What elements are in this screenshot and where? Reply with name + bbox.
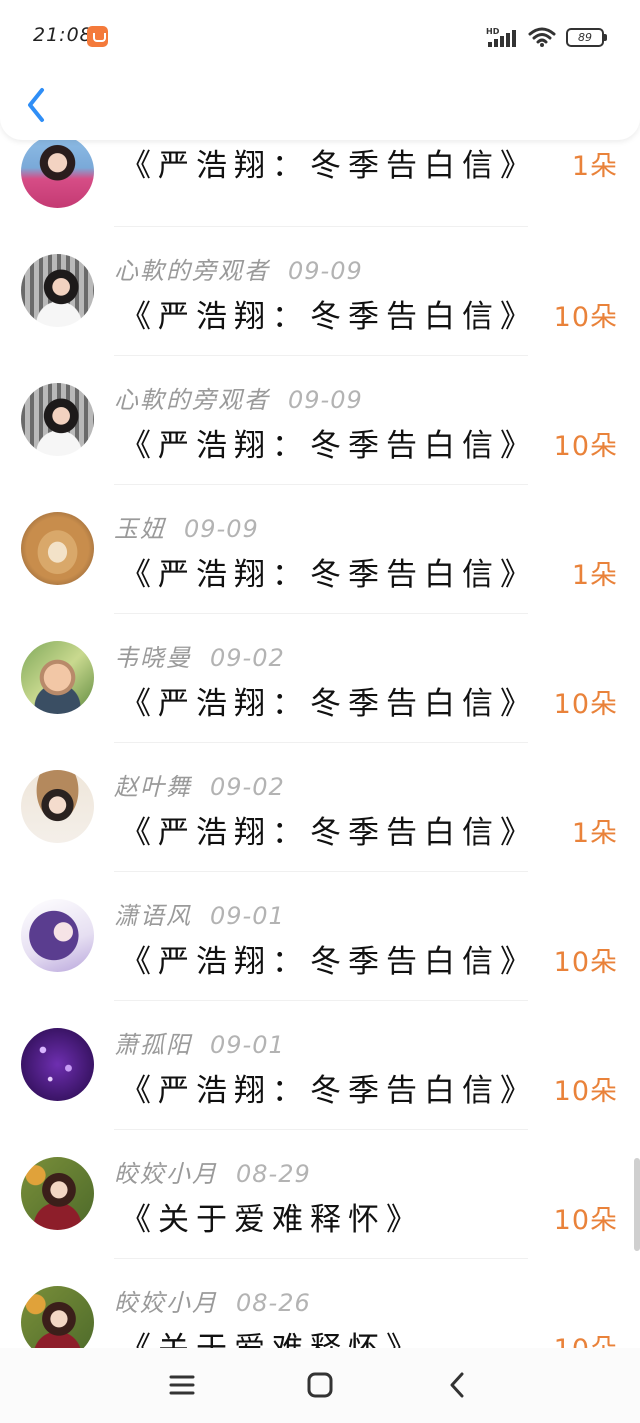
post-date: 09-09 — [184, 515, 259, 543]
user-meta: 皎姣小月 08-29 — [114, 1154, 311, 1189]
battery-icon: 89 — [566, 27, 607, 47]
avatar[interactable] — [21, 512, 94, 585]
avatar[interactable] — [21, 383, 94, 456]
post-date: 08-29 — [236, 1160, 311, 1188]
flower-count: 10朵 — [553, 302, 618, 333]
status-time: 21:08 — [33, 24, 93, 46]
flower-count: 10朵 — [553, 947, 618, 978]
flower-count: 10朵 — [553, 1205, 618, 1236]
list-item[interactable]: 皎姣小月 08-26 《关于爱难释怀》 10朵 — [0, 1265, 640, 1348]
post-date: 09-02 — [210, 773, 285, 801]
work-title[interactable]: 《严浩翔：冬季告白信》 — [120, 549, 538, 594]
flower-count: 1朵 — [571, 151, 618, 182]
user-name: 心軟的旁观者 — [114, 386, 270, 414]
avatar[interactable] — [21, 770, 94, 843]
user-meta: 韦晓曼 09-02 — [114, 638, 285, 673]
wifi-icon — [528, 27, 556, 47]
row-divider — [114, 226, 528, 227]
user-name: 韦晓曼 — [114, 644, 192, 672]
work-title[interactable]: 《关于爱难释怀》 — [120, 1323, 424, 1348]
user-name: 玉妞 — [114, 515, 166, 543]
top-bar: 21:08 HD 89 — [0, 0, 640, 140]
list-item[interactable]: 心軟的旁观者 09-09 《严浩翔：冬季告白信》 10朵 — [0, 362, 640, 491]
row-divider — [114, 1000, 528, 1001]
flower-count: 10朵 — [554, 1327, 618, 1348]
work-title[interactable]: 《严浩翔：冬季告白信》 — [120, 140, 538, 185]
row-divider — [114, 355, 528, 356]
row-divider — [114, 484, 528, 485]
user-name: 萧孤阳 — [114, 1031, 192, 1059]
user-meta: 玉妞 09-09 — [114, 509, 259, 544]
user-name: 潇语风 — [114, 902, 192, 930]
flower-count: 10朵 — [553, 431, 618, 462]
flower-count: 10朵 — [553, 689, 618, 720]
avatar[interactable] — [21, 641, 94, 714]
work-title[interactable]: 《严浩翔：冬季告白信》 — [120, 1065, 538, 1110]
user-name: 心軟的旁观者 — [114, 257, 270, 285]
status-icons: HD 89 — [486, 26, 607, 48]
avatar[interactable] — [21, 1157, 94, 1230]
avatar[interactable] — [21, 254, 94, 327]
list-item[interactable]: 萧孤阳 09-01 《严浩翔：冬季告白信》 10朵 — [0, 1007, 640, 1136]
list-item[interactable]: 心軟的旁观者 09-09 《严浩翔：冬季告白信》 10朵 — [0, 233, 640, 362]
row-divider — [114, 613, 528, 614]
list-item[interactable]: 韦晓曼 09-02 《严浩翔：冬季告白信》 10朵 — [0, 620, 640, 749]
gift-record-list[interactable]: 《严浩翔：冬季告白信》 1朵 心軟的旁观者 09-09 《严浩翔：冬季告白信》 1… — [0, 130, 640, 1348]
user-meta: 心軟的旁观者 09-09 — [114, 380, 363, 415]
user-name: 赵叶舞 — [114, 773, 192, 801]
scrollbar-thumb[interactable] — [634, 1158, 640, 1251]
user-meta: 萧孤阳 09-01 — [114, 1025, 285, 1060]
post-date: 09-01 — [210, 1031, 285, 1059]
post-date: 09-02 — [210, 644, 285, 672]
avatar[interactable] — [21, 1028, 94, 1101]
list-item[interactable]: 赵叶舞 09-02 《严浩翔：冬季告白信》 1朵 — [0, 749, 640, 878]
work-title[interactable]: 《关于爱难释怀》 — [120, 1194, 424, 1239]
home-square-icon[interactable] — [305, 1370, 335, 1400]
post-date: 09-01 — [210, 902, 285, 930]
avatar[interactable] — [21, 899, 94, 972]
row-divider — [114, 1129, 528, 1130]
signal-icon: HD — [486, 27, 516, 47]
chevron-left-icon[interactable] — [22, 86, 52, 124]
work-title[interactable]: 《严浩翔：冬季告白信》 — [120, 678, 538, 723]
post-date: 09-09 — [288, 386, 363, 414]
flower-count: 10朵 — [553, 1076, 618, 1107]
network-label: HD — [486, 27, 500, 36]
system-nav-bar — [0, 1348, 640, 1423]
flower-count: 1朵 — [571, 818, 618, 849]
list-item[interactable]: 潇语风 09-01 《严浩翔：冬季告白信》 10朵 — [0, 878, 640, 1007]
work-title[interactable]: 《严浩翔：冬季告白信》 — [120, 420, 538, 465]
menu-icon[interactable] — [167, 1370, 197, 1400]
user-meta: 潇语风 09-01 — [114, 896, 285, 931]
post-date: 08-26 — [236, 1289, 311, 1317]
avatar[interactable] — [21, 1286, 94, 1348]
user-name: 皎姣小月 — [114, 1289, 218, 1317]
app-notification-icon — [87, 26, 108, 47]
avatar[interactable] — [21, 135, 94, 208]
user-meta: 赵叶舞 09-02 — [114, 767, 285, 802]
list-item[interactable]: 《严浩翔：冬季告白信》 1朵 — [0, 130, 640, 233]
row-divider — [114, 1258, 528, 1259]
user-meta: 皎姣小月 08-26 — [114, 1283, 311, 1318]
work-title[interactable]: 《严浩翔：冬季告白信》 — [120, 291, 538, 336]
back-triangle-icon[interactable] — [443, 1370, 473, 1400]
list-item[interactable]: 玉妞 09-09 《严浩翔：冬季告白信》 1朵 — [0, 491, 640, 620]
work-title[interactable]: 《严浩翔：冬季告白信》 — [120, 936, 538, 981]
row-divider — [114, 871, 528, 872]
row-divider — [114, 742, 528, 743]
user-name: 皎姣小月 — [114, 1160, 218, 1188]
post-date: 09-09 — [288, 257, 363, 285]
work-title[interactable]: 《严浩翔：冬季告白信》 — [120, 807, 538, 852]
user-meta: 心軟的旁观者 09-09 — [114, 251, 363, 286]
flower-count: 1朵 — [571, 560, 618, 591]
list-item[interactable]: 皎姣小月 08-29 《关于爱难释怀》 10朵 — [0, 1136, 640, 1265]
